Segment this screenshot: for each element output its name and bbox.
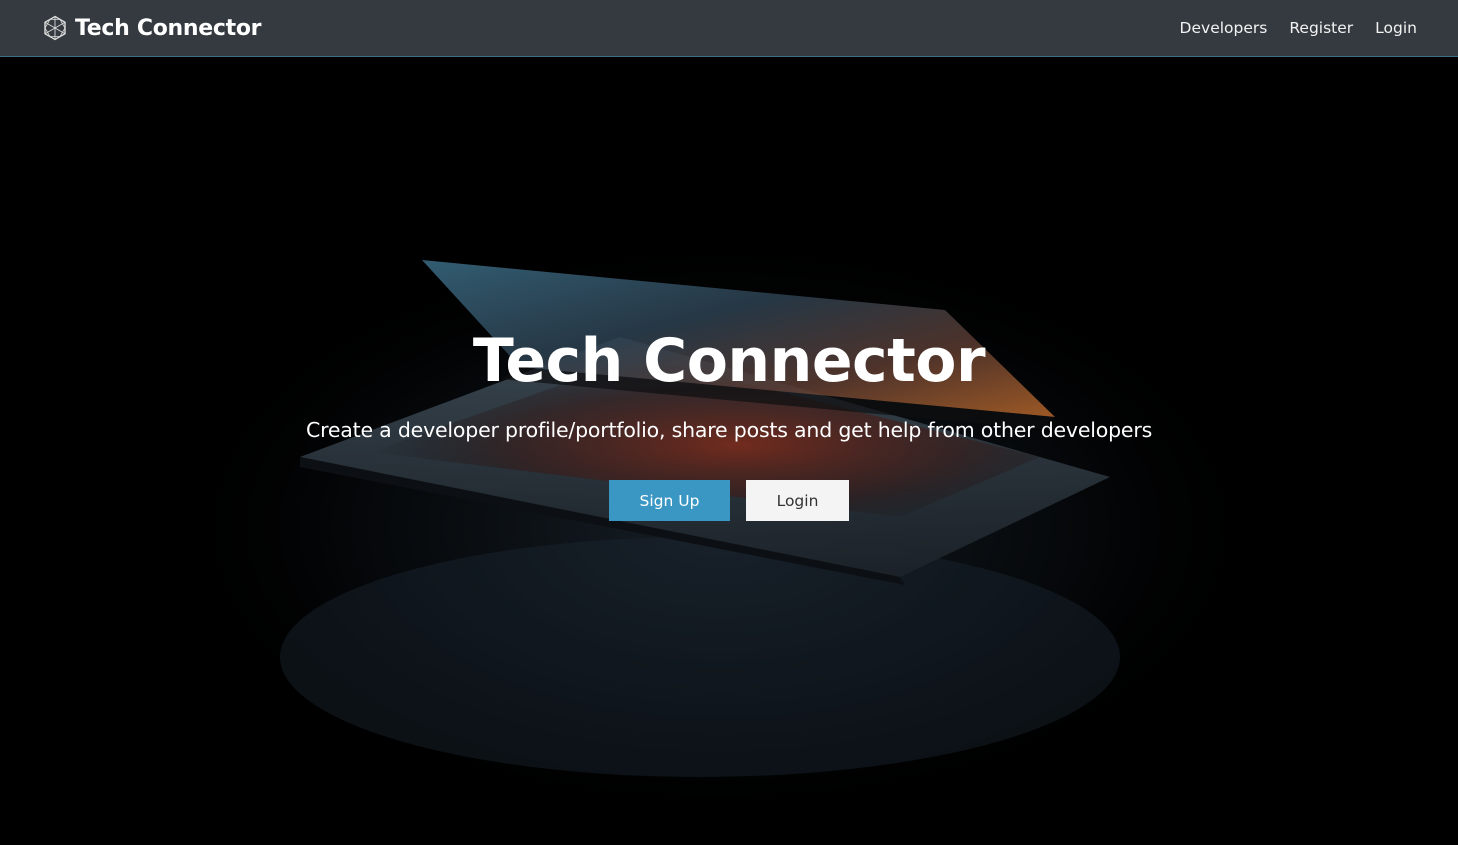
nav-link-login[interactable]: Login (1375, 19, 1417, 37)
landing-hero: Tech Connector Create a developer profil… (0, 57, 1458, 845)
hexagon-network-icon (42, 15, 68, 41)
laptop-background-image (0, 57, 1458, 845)
login-button[interactable]: Login (746, 480, 849, 521)
brand-name: Tech Connector (75, 15, 262, 41)
brand-link[interactable]: Tech Connector (42, 15, 262, 41)
hero-title: Tech Connector (472, 326, 986, 396)
navbar: Tech Connector Developers Register Login (0, 0, 1458, 57)
hero-lead: Create a developer profile/portfolio, sh… (305, 418, 1153, 442)
nav-links: Developers Register Login (1158, 19, 1417, 37)
nav-link-developers[interactable]: Developers (1180, 19, 1268, 37)
hero-buttons: Sign Up Login (0, 480, 1458, 521)
nav-link-register[interactable]: Register (1289, 19, 1353, 37)
sign-up-button[interactable]: Sign Up (609, 480, 730, 521)
